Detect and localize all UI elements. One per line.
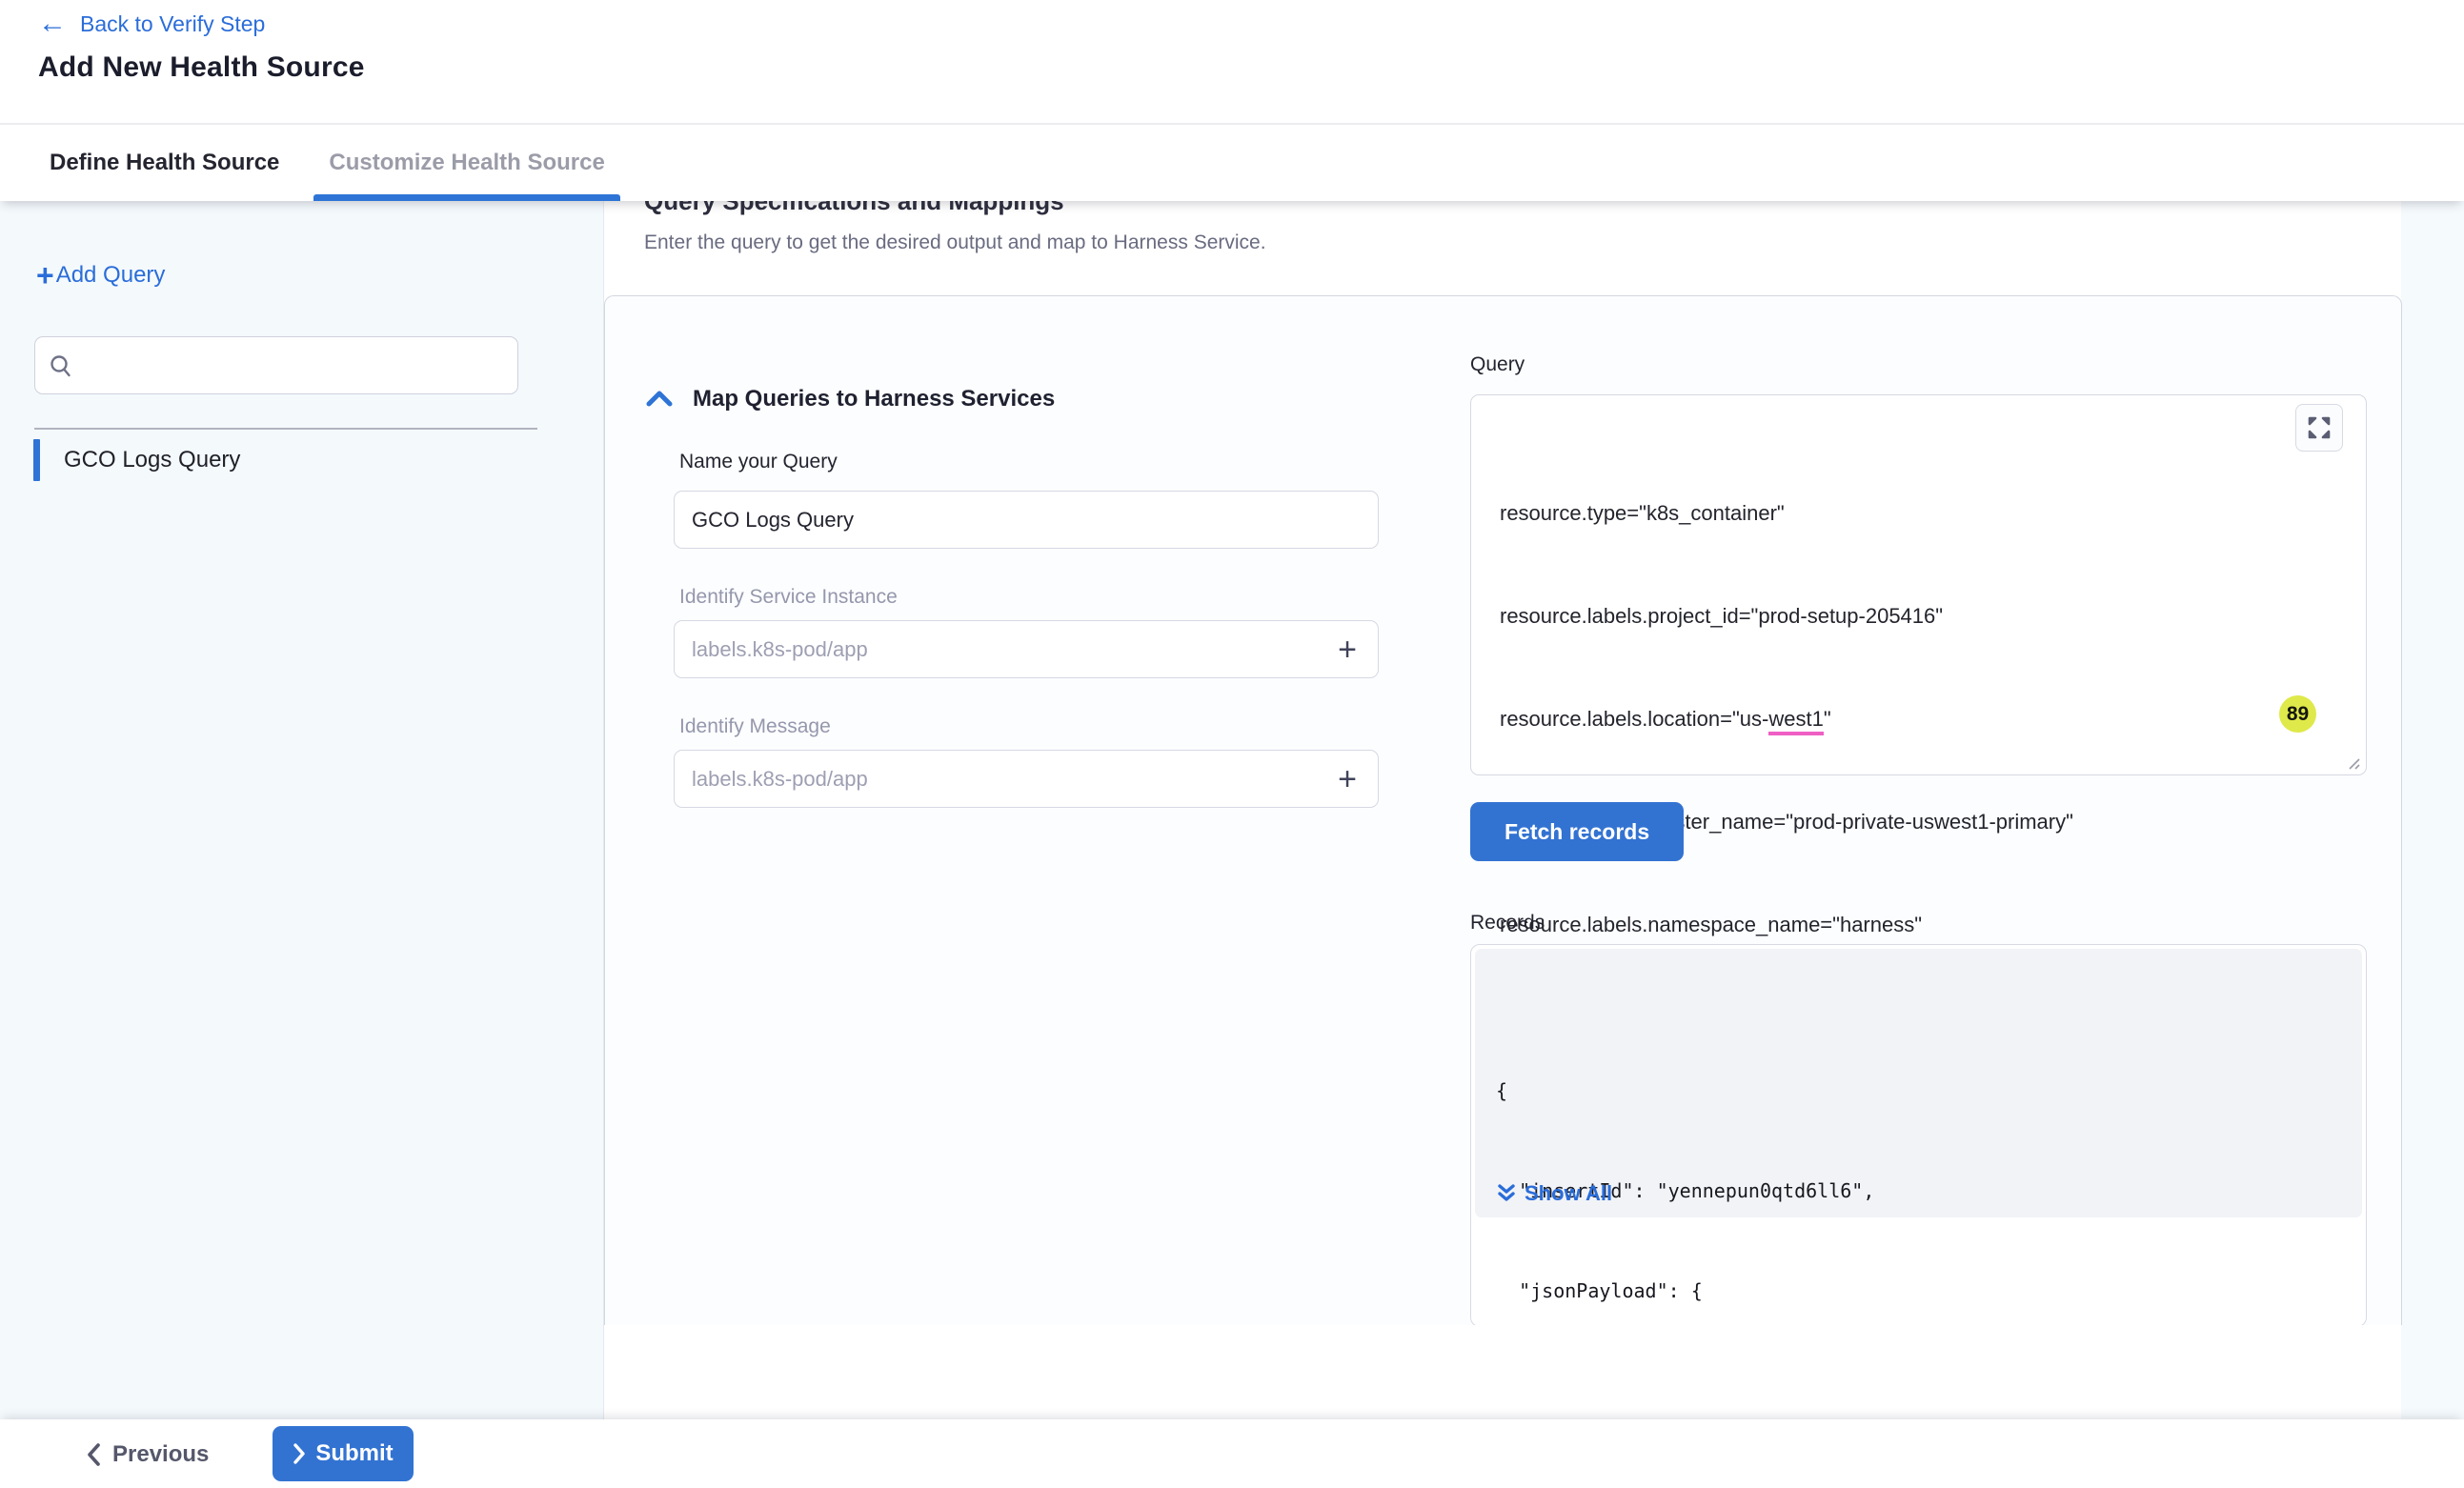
fetch-records-button[interactable]: Fetch records <box>1470 802 1684 861</box>
back-arrow-icon: ← <box>38 10 67 38</box>
show-all-label: Show All <box>1525 1181 1612 1206</box>
query-search-box <box>34 336 518 394</box>
tab-customize-label: Customize Health Source <box>329 150 604 176</box>
service-instance-input[interactable] <box>692 637 1334 662</box>
page-header: ← Back to Verify Step Add New Health Sou… <box>0 0 2464 125</box>
tab-define-health-source[interactable]: Define Health Source <box>34 125 294 201</box>
query-search-input[interactable] <box>83 337 517 393</box>
record-2-json: { "insertId": "r6rk2tnah3owf5eh", "jsonP… <box>1492 1278 1870 1325</box>
wizard-footer: Previous Submit <box>0 1419 2464 1488</box>
identify-message-plus-icon[interactable]: + <box>1334 763 1361 795</box>
section-subheading: Enter the query to get the desired outpu… <box>644 231 1266 254</box>
search-icon <box>49 353 73 378</box>
query-textarea[interactable]: resource.type="k8s_container" resource.l… <box>1470 394 2367 775</box>
wizard-tabbar: Define Health Source Customize Health So… <box>0 125 2464 201</box>
submit-label: Submit <box>315 1440 393 1467</box>
map-queries-section-toggle[interactable]: Map Queries to Harness Services <box>643 386 1055 412</box>
selected-item-indicator <box>33 439 40 481</box>
query-name-field <box>674 491 1379 549</box>
expand-query-button[interactable] <box>2295 404 2343 452</box>
add-query-button[interactable]: + Add Query <box>36 260 165 291</box>
sidebar-divider <box>34 428 537 430</box>
identify-message-label: Identify Message <box>679 715 831 738</box>
main-content: Query Specifications and Mappings Enter … <box>604 201 2401 1419</box>
sidebar-item-gco-logs-query[interactable]: GCO Logs Query <box>33 439 548 481</box>
back-to-verify-step-link[interactable]: ← Back to Verify Step <box>38 10 265 38</box>
fetch-records-label: Fetch records <box>1505 819 1649 845</box>
name-query-label: Name your Query <box>679 451 838 473</box>
resize-handle[interactable] <box>2344 754 2361 771</box>
record-card-1: { "insertId": "yennepun0qtd6ll6", "jsonP… <box>1475 949 2362 1217</box>
add-health-source-screen: ← Back to Verify Step Add New Health Sou… <box>0 0 2464 1488</box>
section-heading-clipped: Query Specifications and Mappings <box>644 201 1064 219</box>
service-instance-field: + <box>674 620 1379 678</box>
chevron-left-icon <box>86 1442 101 1467</box>
query-item-label: GCO Logs Query <box>64 447 240 473</box>
show-all-link[interactable]: Show All <box>1496 1181 1612 1206</box>
back-link-label: Back to Verify Step <box>80 11 265 37</box>
char-count-badge: 89 <box>2279 695 2316 733</box>
query-sidebar: + Add Query GCO Logs Query <box>0 201 604 1419</box>
identify-message-input[interactable] <box>692 767 1334 792</box>
service-instance-plus-icon[interactable]: + <box>1334 633 1361 666</box>
identify-message-field: + <box>674 750 1379 808</box>
add-query-label: Add Query <box>56 262 166 289</box>
expand-icon <box>2307 415 2332 440</box>
tab-customize-health-source[interactable]: Customize Health Source <box>313 125 619 201</box>
previous-label: Previous <box>112 1441 209 1468</box>
service-instance-label: Identify Service Instance <box>679 586 898 609</box>
plus-icon: + <box>36 260 54 291</box>
submit-button[interactable]: Submit <box>273 1426 414 1481</box>
chevron-up-icon <box>643 387 676 412</box>
map-queries-title: Map Queries to Harness Services <box>693 386 1055 412</box>
query-mapping-panel: Map Queries to Harness Services Name you… <box>604 295 2402 1325</box>
records-container: { "insertId": "yennepun0qtd6ll6", "jsonP… <box>1470 944 2367 1325</box>
records-label: Records <box>1470 912 1545 935</box>
chevron-right-icon <box>293 1442 306 1465</box>
query-name-input[interactable] <box>692 508 1361 533</box>
active-tab-underline <box>313 194 619 201</box>
tab-define-label: Define Health Source <box>50 150 279 176</box>
spellcheck-underline: west1 <box>1768 707 1823 735</box>
page-title: Add New Health Source <box>38 51 365 84</box>
query-location-line: resource.labels.location="us-west1" <box>1500 702 2337 736</box>
previous-button[interactable]: Previous <box>76 1433 218 1477</box>
page-right-gutter <box>2401 201 2464 1419</box>
query-label: Query <box>1470 353 1525 376</box>
double-chevron-down-icon <box>1496 1182 1517 1205</box>
